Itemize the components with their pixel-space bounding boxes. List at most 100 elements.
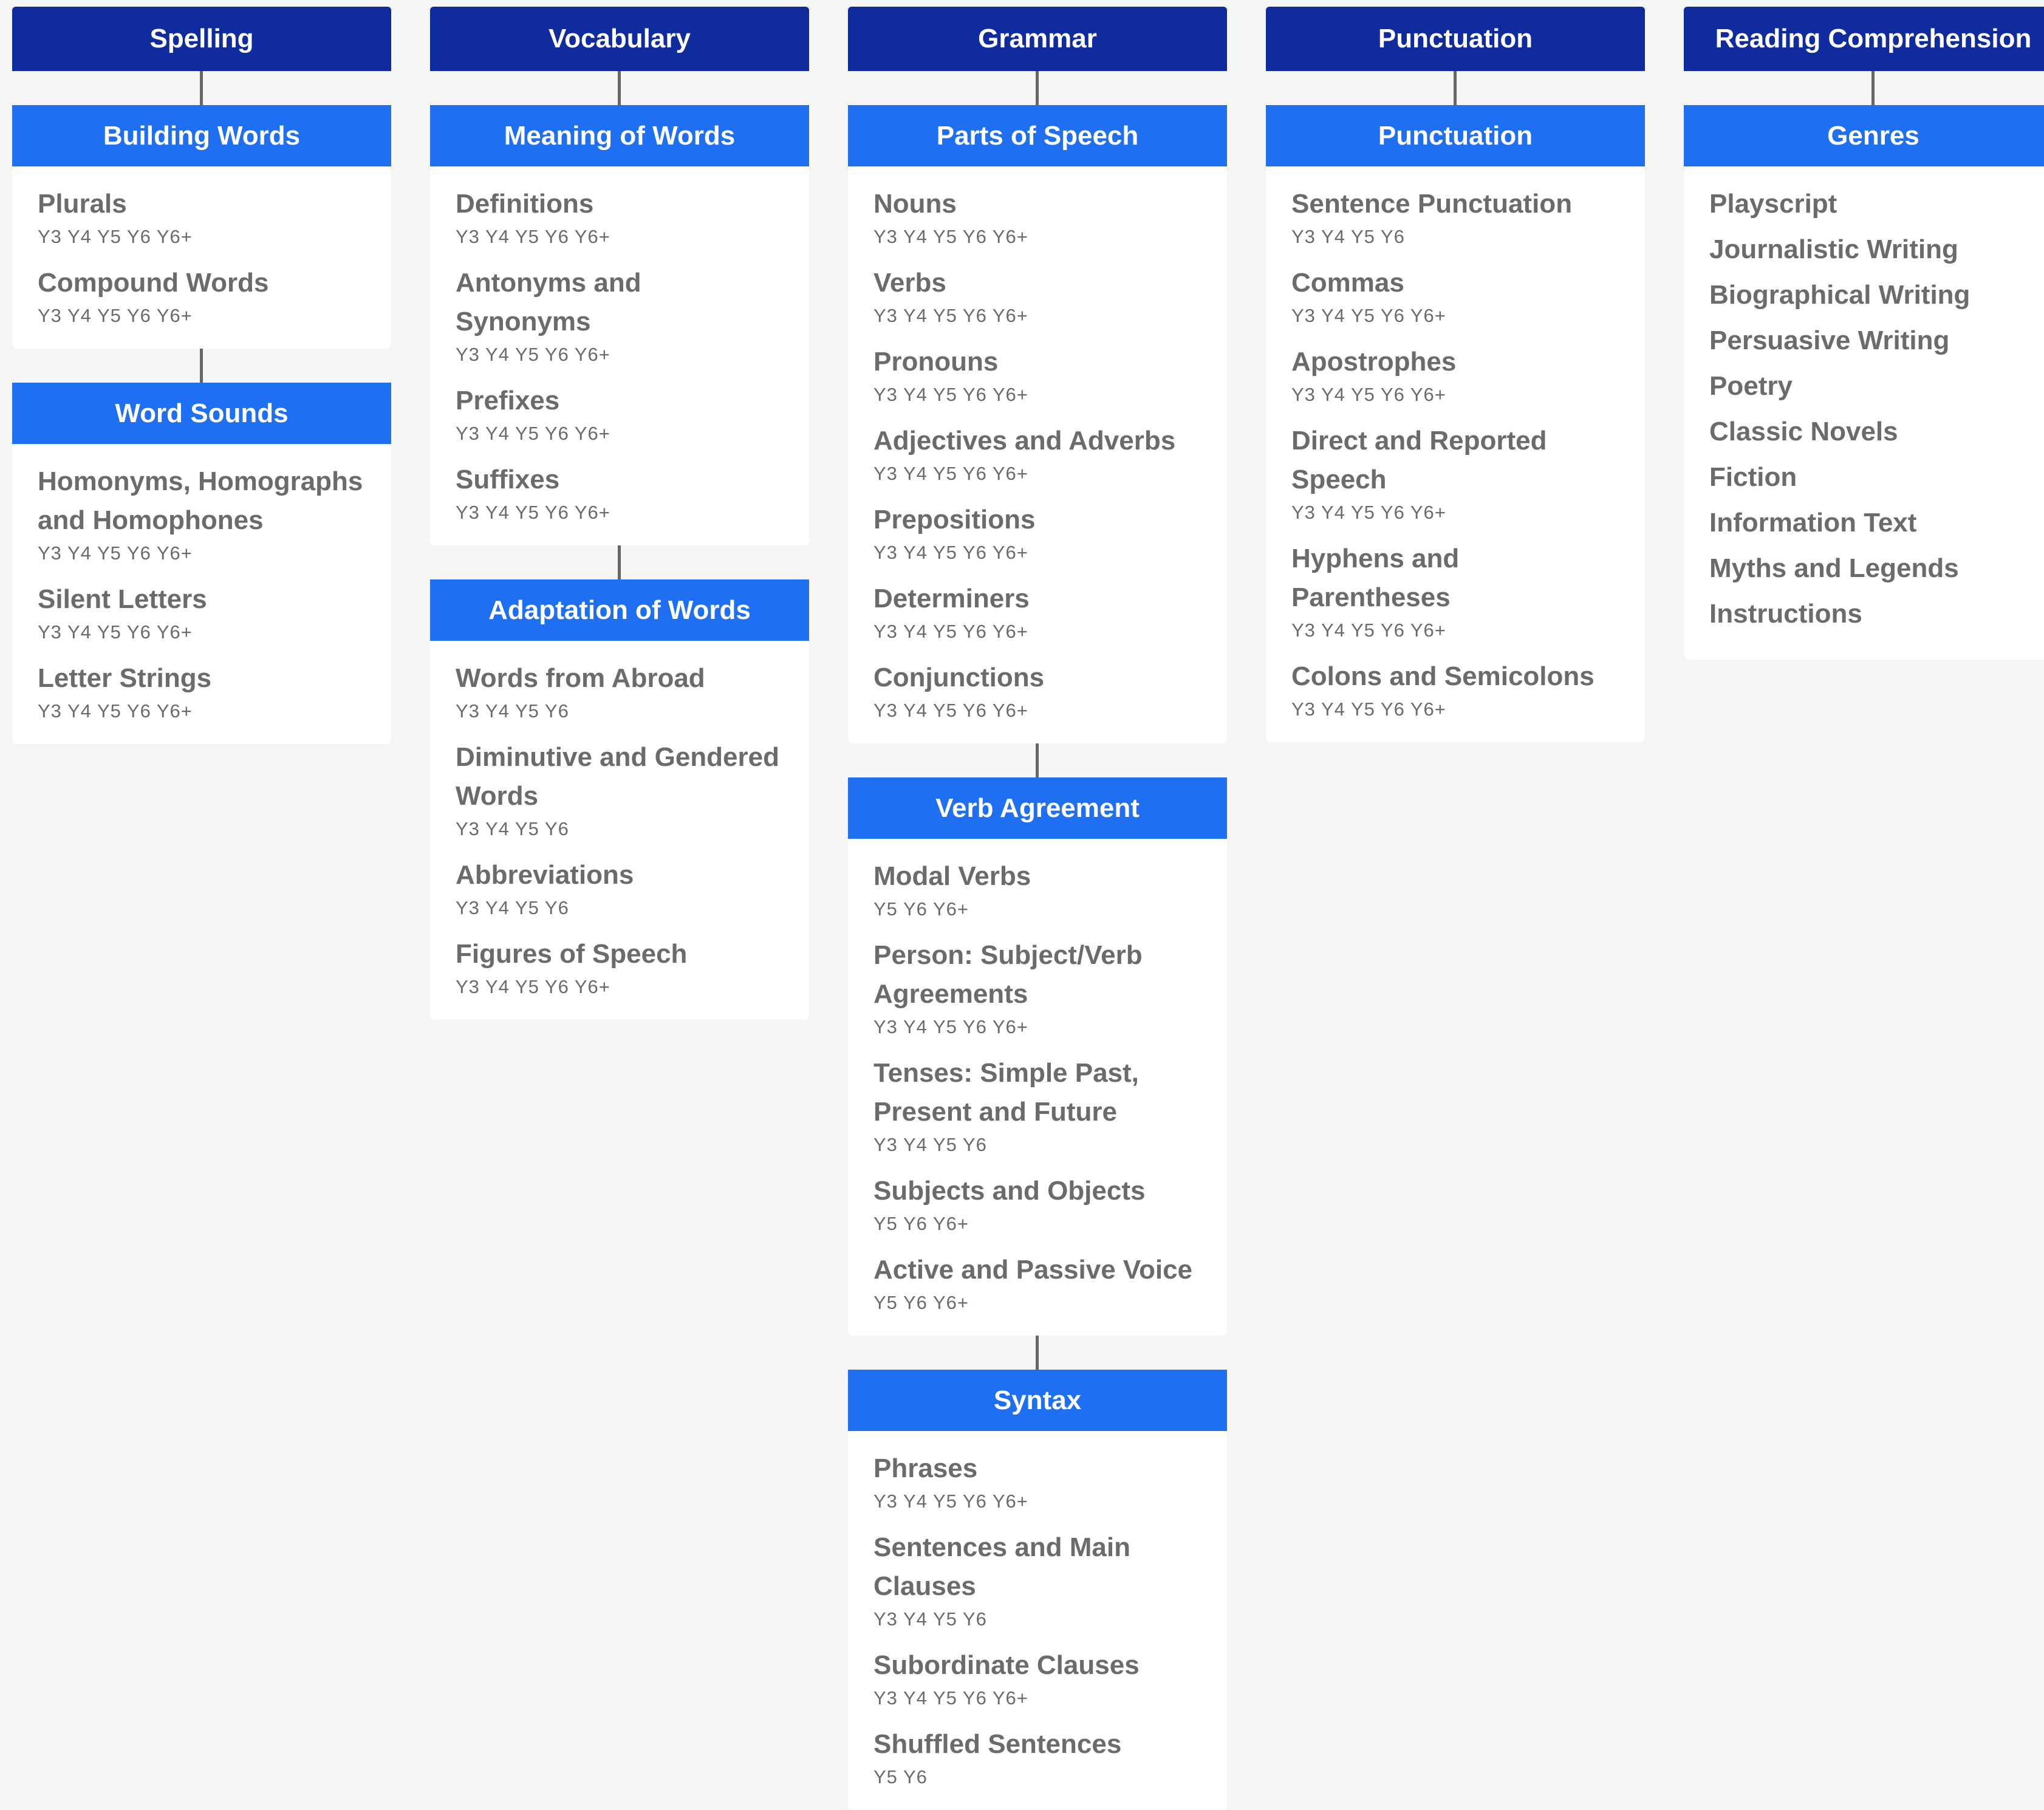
year-levels: Y3 Y4 Y5 Y6 Y6+ — [873, 621, 1028, 642]
tree-connector — [618, 545, 621, 579]
tree-connector — [1036, 743, 1039, 777]
topic-item[interactable]: Journalistic Writing — [1709, 230, 2037, 269]
year-levels: Y3 Y4 Y5 Y6 Y6+ — [1291, 305, 1446, 326]
year-levels: Y3 Y4 Y5 Y6 Y6+ — [873, 1016, 1028, 1037]
topic-item[interactable]: Abbreviations Y3 Y4 Y5 Y6 — [456, 856, 784, 921]
topic-item[interactable]: Determiners Y3 Y4 Y5 Y6 Y6+ — [873, 579, 1201, 645]
topic-name: Persuasive Writing — [1709, 326, 1950, 355]
topic-item[interactable]: Diminutive and Gendered Words Y3 Y4 Y5 Y6 — [456, 738, 784, 842]
topic-item[interactable]: Figures of Speech Y3 Y4 Y5 Y6 Y6+ — [456, 935, 784, 1000]
topic-item[interactable]: Persuasive Writing — [1709, 321, 2037, 360]
topic-name: Phrases — [873, 1453, 978, 1483]
column-header[interactable]: Reading Comprehension — [1684, 7, 2044, 71]
column-header[interactable]: Grammar — [848, 7, 1227, 71]
group-syntax: Syntax Phrases Y3 Y4 Y5 Y6 Y6+ Sentences an… — [848, 1370, 1227, 1810]
topic-item[interactable]: Classic Novels — [1709, 412, 2037, 451]
topic-item[interactable]: Conjunctions Y3 Y4 Y5 Y6 Y6+ — [873, 658, 1201, 724]
topic-item[interactable]: Apostrophes Y3 Y4 Y5 Y6 Y6+ — [1291, 343, 1619, 408]
topic-name: Direct and Reported Speech — [1291, 426, 1547, 494]
topic-item[interactable]: Definitions Y3 Y4 Y5 Y6 Y6+ — [456, 185, 784, 250]
topic-item[interactable]: Myths and Legends — [1709, 549, 2037, 588]
group-header[interactable]: Building Words — [12, 105, 391, 166]
topic-name: Antonyms and Synonyms — [456, 268, 641, 336]
year-levels: Y5 Y6 Y6+ — [873, 1213, 969, 1234]
topic-item[interactable]: Sentences and Main Clauses Y3 Y4 Y5 Y6 — [873, 1528, 1201, 1633]
topic-name: Subordinate Clauses — [873, 1650, 1140, 1680]
topic-item[interactable]: Compound Words Y3 Y4 Y5 Y6 Y6+ — [38, 264, 366, 329]
topic-item[interactable]: Poetry — [1709, 367, 2037, 406]
topic-item[interactable]: Phrases Y3 Y4 Y5 Y6 Y6+ — [873, 1449, 1201, 1515]
column-header[interactable]: Punctuation — [1266, 7, 1645, 71]
topic-item[interactable]: Active and Passive Voice Y5 Y6 Y6+ — [873, 1251, 1201, 1316]
topic-item[interactable]: Person: Subject/Verb Agreements Y3 Y4 Y5 … — [873, 936, 1201, 1040]
column-header[interactable]: Spelling — [12, 7, 391, 71]
year-levels: Y3 Y4 Y5 Y6 Y6+ — [873, 463, 1028, 484]
topic-item[interactable]: Colons and Semicolons Y3 Y4 Y5 Y6 Y6+ — [1291, 657, 1619, 723]
topic-list: Modal Verbs Y5 Y6 Y6+ Person: Subject/Verb… — [848, 839, 1227, 1336]
year-levels: Y3 Y4 Y5 Y6 Y6+ — [873, 700, 1028, 721]
tree-connector — [1036, 1336, 1039, 1370]
topic-item[interactable]: Tenses: Simple Past, Present and Future Y… — [873, 1054, 1201, 1158]
tree-connector — [1036, 71, 1039, 105]
topic-name: Apostrophes — [1291, 347, 1457, 377]
year-levels: Y3 Y4 Y5 Y6 — [873, 1134, 987, 1155]
year-levels: Y3 Y4 Y5 Y6 — [456, 897, 569, 918]
year-levels: Y5 Y6 Y6+ — [873, 1292, 969, 1313]
group-header[interactable]: Genres — [1684, 105, 2044, 166]
topic-item[interactable]: Sentence Punctuation Y3 Y4 Y5 Y6 — [1291, 185, 1619, 250]
group-punctuation: Punctuation Sentence Punctuation Y3 Y4 Y5 … — [1266, 105, 1645, 742]
topic-item[interactable]: Instructions — [1709, 595, 2037, 634]
topic-item[interactable]: Words from Abroad Y3 Y4 Y5 Y6 — [456, 659, 784, 725]
group-header[interactable]: Parts of Speech — [848, 105, 1227, 166]
topic-item[interactable]: Biographical Writing — [1709, 276, 2037, 315]
topic-item[interactable]: Plurals Y3 Y4 Y5 Y6 Y6+ — [38, 185, 366, 250]
topic-item[interactable]: Playscript — [1709, 185, 2037, 224]
topic-item[interactable]: Fiction — [1709, 458, 2037, 497]
topic-item[interactable]: Subordinate Clauses Y3 Y4 Y5 Y6 Y6+ — [873, 1646, 1201, 1712]
year-levels: Y3 Y4 Y5 Y6 Y6+ — [38, 542, 193, 564]
group-header[interactable]: Word Sounds — [12, 383, 391, 444]
topic-item[interactable]: Adjectives and Adverbs Y3 Y4 Y5 Y6 Y6+ — [873, 422, 1201, 487]
topic-item[interactable]: Antonyms and Synonyms Y3 Y4 Y5 Y6 Y6+ — [456, 264, 784, 368]
topic-name: Abbreviations — [456, 860, 634, 890]
topic-name: Compound Words — [38, 268, 269, 298]
column-header[interactable]: Vocabulary — [430, 7, 809, 71]
topic-item[interactable]: Homonyms, Homographs and Homophones Y3 Y4… — [38, 462, 366, 567]
topic-name: Modal Verbs — [873, 861, 1031, 891]
topic-item[interactable]: Hyphens and Parentheses Y3 Y4 Y5 Y6 Y6+ — [1291, 539, 1619, 644]
topic-item[interactable]: Letter Strings Y3 Y4 Y5 Y6 Y6+ — [38, 659, 366, 725]
topic-name: Myths and Legends — [1709, 553, 1959, 583]
topic-item[interactable]: Prepositions Y3 Y4 Y5 Y6 Y6+ — [873, 500, 1201, 566]
topic-item[interactable]: Information Text — [1709, 504, 2037, 542]
topic-item[interactable]: Modal Verbs Y5 Y6 Y6+ — [873, 857, 1201, 923]
group-header[interactable]: Punctuation — [1266, 105, 1645, 166]
year-levels: Y3 Y4 Y5 Y6 — [873, 1608, 987, 1630]
topic-item[interactable]: Verbs Y3 Y4 Y5 Y6 Y6+ — [873, 264, 1201, 329]
topic-item[interactable]: Shuffled Sentences Y5 Y6 — [873, 1725, 1201, 1791]
year-levels: Y3 Y4 Y5 Y6 Y6+ — [38, 700, 193, 722]
year-levels: Y3 Y4 Y5 Y6 — [456, 818, 569, 839]
tree-connector — [618, 71, 621, 105]
topic-item[interactable]: Nouns Y3 Y4 Y5 Y6 Y6+ — [873, 185, 1201, 250]
year-levels: Y5 Y6 — [873, 1766, 928, 1788]
topic-item[interactable]: Direct and Reported Speech Y3 Y4 Y5 Y6 Y6… — [1291, 422, 1619, 526]
topic-item[interactable]: Prefixes Y3 Y4 Y5 Y6 Y6+ — [456, 381, 784, 447]
group-header[interactable]: Syntax — [848, 1370, 1227, 1431]
group-header[interactable]: Adaptation of Words — [430, 579, 809, 641]
topic-name: Fiction — [1709, 462, 1797, 492]
group-genres: Genres Playscript Journalistic Writing Biog… — [1684, 105, 2044, 660]
topic-item[interactable]: Silent Letters Y3 Y4 Y5 Y6 Y6+ — [38, 580, 366, 646]
topic-name: Poetry — [1709, 371, 1793, 401]
topic-name: Nouns — [873, 189, 957, 219]
group-header[interactable]: Meaning of Words — [430, 105, 809, 166]
topic-list: Plurals Y3 Y4 Y5 Y6 Y6+ Compound Words Y3 Y… — [12, 166, 391, 349]
topic-name: Shuffled Sentences — [873, 1729, 1122, 1759]
topic-item[interactable]: Subjects and Objects Y5 Y6 Y6+ — [873, 1172, 1201, 1237]
topic-item[interactable]: Commas Y3 Y4 Y5 Y6 Y6+ — [1291, 264, 1619, 329]
topic-item[interactable]: Suffixes Y3 Y4 Y5 Y6 Y6+ — [456, 460, 784, 526]
year-levels: Y3 Y4 Y5 Y6 Y6+ — [1291, 502, 1446, 523]
group-header[interactable]: Verb Agreement — [848, 777, 1227, 839]
topic-item[interactable]: Pronouns Y3 Y4 Y5 Y6 Y6+ — [873, 343, 1201, 408]
group-meaning-of-words: Meaning of Words Definitions Y3 Y4 Y5 Y6 Y… — [430, 105, 809, 545]
tree-connector — [200, 71, 203, 105]
